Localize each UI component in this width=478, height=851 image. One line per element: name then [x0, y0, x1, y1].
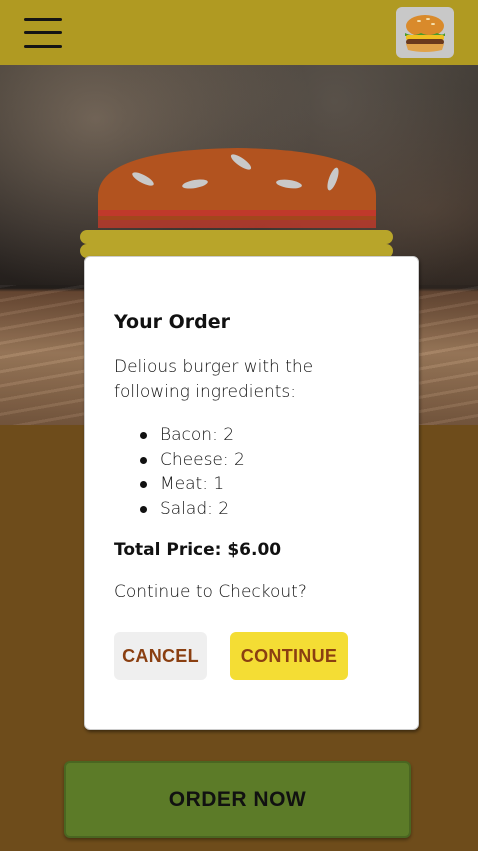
list-item: Bacon: 2	[140, 423, 390, 448]
continue-button[interactable]: CONTINUE	[230, 632, 348, 680]
list-item: Salad: 2	[140, 497, 390, 522]
total-price: Total Price: $6.00	[114, 540, 282, 560]
modal-actions: CANCEL CONTINUE	[114, 632, 390, 680]
modal-title: Your Order	[114, 311, 230, 333]
burger-logo-icon[interactable]	[396, 7, 454, 58]
list-item: Cheese: 2	[140, 448, 390, 473]
cancel-button[interactable]: CANCEL	[114, 632, 207, 680]
order-summary-modal: Your Order Delious burger with the follo…	[84, 256, 419, 730]
order-now-button[interactable]: ORDER NOW	[64, 761, 411, 838]
list-item: Meat: 1	[140, 472, 390, 497]
checkout-question: Continue to Checkout?	[114, 582, 307, 602]
modal-description: Delious burger with the following ingred…	[114, 357, 314, 402]
ingredient-list: Bacon: 2 Cheese: 2 Meat: 1 Salad: 2	[140, 423, 390, 521]
hamburger-menu-icon[interactable]	[24, 17, 62, 48]
toolbar	[0, 0, 478, 65]
